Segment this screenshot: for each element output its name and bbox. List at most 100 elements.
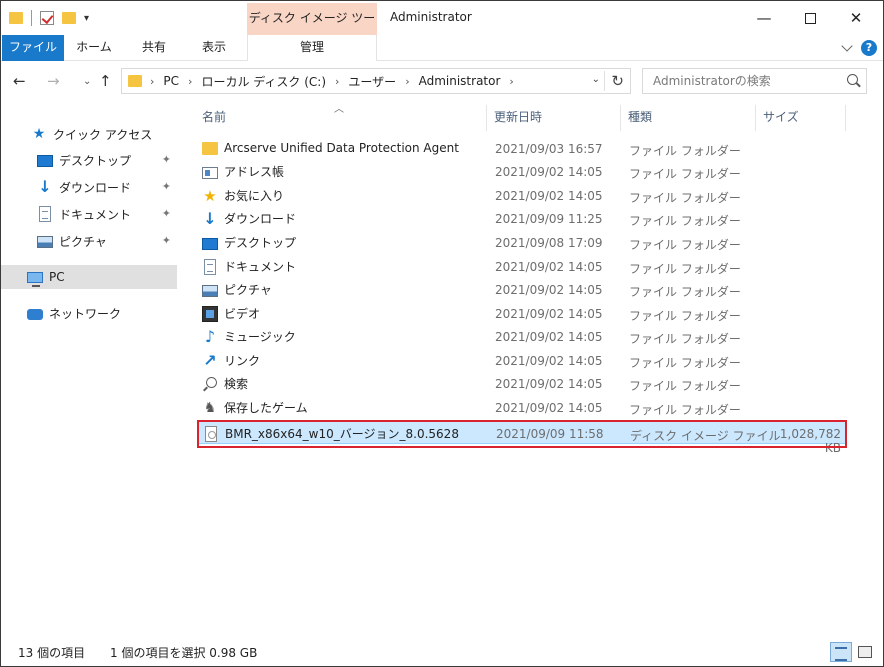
help-icon[interactable]: ? (861, 40, 877, 56)
large-icons-view-icon[interactable] (856, 643, 874, 661)
search-icon (202, 376, 218, 392)
pin-icon[interactable]: ✦ (162, 207, 171, 220)
picture-icon (202, 284, 218, 297)
file-name: リンク (224, 354, 261, 368)
nav-item-quick-access[interactable]: ★ クイック アクセス (1, 122, 177, 146)
link-arrow-icon: ↗ (203, 350, 217, 370)
pin-icon[interactable]: ✦ (162, 153, 171, 166)
minimize-button[interactable]: — (741, 1, 787, 35)
file-date: 2021/09/02 14:05 (495, 165, 603, 179)
breadcrumb-chevron-icon[interactable]: › (188, 75, 192, 88)
breadcrumb-pc[interactable]: PC (163, 74, 179, 88)
nav-item-label: ドキュメント (59, 207, 132, 222)
properties-check-icon[interactable] (40, 11, 54, 25)
new-folder-icon[interactable] (62, 12, 76, 24)
breadcrumb-chevron-icon[interactable]: › (335, 75, 339, 88)
table-row[interactable]: Arcserve Unified Data Protection Agent 2… (197, 137, 847, 160)
table-row[interactable]: ビデオ 2021/09/02 14:05 ファイル フォルダー (197, 302, 847, 325)
table-row[interactable]: 検索 2021/09/02 14:05 ファイル フォルダー (197, 372, 847, 395)
minimize-icon: — (756, 9, 772, 27)
folder-icon (202, 142, 218, 155)
file-type: ファイル フォルダー (629, 285, 741, 299)
toolbar-separator (31, 10, 32, 26)
column-header-date[interactable]: 更新日時 (487, 105, 621, 131)
breadcrumb-chevron-icon[interactable]: › (509, 75, 513, 88)
file-type: ファイル フォルダー (629, 332, 741, 346)
up-arrow-icon[interactable]: ↑ (99, 72, 112, 90)
nav-item-desktop[interactable]: デスクトップ ✦ (1, 148, 177, 172)
music-note-icon: ♪ (204, 326, 216, 346)
pin-icon[interactable]: ✦ (162, 234, 171, 247)
nav-item-downloads[interactable]: ↓ ダウンロード ✦ (1, 175, 177, 199)
status-bar: 13 個の項目 1 個の項目を選択 0.98 GB (1, 635, 883, 666)
file-date: 2021/09/02 14:05 (495, 330, 603, 344)
column-header-size[interactable]: サイズ (756, 105, 846, 131)
contacts-icon (202, 166, 218, 179)
breadcrumb-chevron-icon[interactable]: › (150, 75, 154, 88)
customize-toolbar-dropdown-icon[interactable]: ▾ (84, 13, 89, 24)
tab-manage[interactable]: 管理 (247, 35, 377, 61)
breadcrumb-users[interactable]: ユーザー (348, 73, 396, 90)
breadcrumb-administrator[interactable]: Administrator (419, 74, 501, 88)
tab-view[interactable]: 表示 (184, 35, 244, 61)
forward-arrow-icon[interactable]: → (47, 72, 60, 90)
game-icon: ♞ (203, 399, 217, 416)
file-date: 2021/09/02 14:05 (495, 283, 603, 297)
ribbon-controls: ? (841, 40, 877, 56)
file-type: ファイル フォルダー (629, 214, 741, 228)
nav-item-network[interactable]: ネットワーク (1, 301, 177, 325)
folder-icon[interactable] (9, 12, 23, 24)
search-icon[interactable] (847, 74, 858, 85)
column-header-name[interactable]: 名前 (195, 105, 487, 131)
file-date: 2021/09/02 14:05 (495, 401, 603, 415)
table-row[interactable]: ♞ 保存したゲーム 2021/09/02 14:05 ファイル フォルダー (197, 396, 847, 419)
file-type: ファイル フォルダー (629, 262, 741, 276)
table-row[interactable]: ↗ リンク 2021/09/02 14:05 ファイル フォルダー (197, 349, 847, 372)
file-type: ファイル フォルダー (629, 191, 741, 205)
table-row[interactable]: ドキュメント 2021/09/02 14:05 ファイル フォルダー (197, 255, 847, 278)
search-input[interactable] (653, 74, 833, 88)
status-selection: 1 個の項目を選択 0.98 GB (110, 646, 258, 660)
nav-item-pc[interactable]: PC (1, 265, 177, 289)
nav-item-documents[interactable]: ドキュメント ✦ (1, 202, 177, 226)
nav-item-pictures[interactable]: ピクチャ ✦ (1, 229, 177, 253)
column-header-type[interactable]: 種類 (621, 105, 756, 131)
refresh-icon[interactable]: ↻ (604, 71, 624, 91)
table-row[interactable]: ★ お気に入り 2021/09/02 14:05 ファイル フォルダー (197, 184, 847, 207)
breadcrumb-local-disk[interactable]: ローカル ディスク (C:) (201, 73, 326, 90)
table-row[interactable]: ↓ ダウンロード 2021/09/09 11:25 ファイル フォルダー (197, 207, 847, 230)
file-type: ファイル フォルダー (629, 309, 741, 323)
address-dropdown-chevron-icon[interactable]: ⌄ (592, 74, 600, 85)
file-list: ︿ 名前 更新日時 種類 サイズ Arcserve Unified Data P… (179, 100, 883, 635)
video-icon (202, 305, 218, 322)
column-headers: 名前 更新日時 種類 サイズ (179, 105, 883, 131)
tab-home[interactable]: ホーム (64, 35, 124, 61)
back-arrow-icon[interactable]: ← (13, 72, 26, 90)
table-row[interactable]: デスクトップ 2021/09/08 17:09 ファイル フォルダー (197, 231, 847, 254)
table-row-selected[interactable]: BMR_x86x64_w10_バージョン_8.0.5628 2021/09/09… (197, 421, 847, 455)
breadcrumb-chevron-icon[interactable]: › (405, 75, 409, 88)
file-name: 保存したゲーム (224, 401, 308, 415)
maximize-button[interactable] (787, 1, 833, 35)
recent-locations-chevron-icon[interactable]: ⌄ (83, 76, 91, 87)
address-bar[interactable]: › PC › ローカル ディスク (C:) › ユーザー › Administr… (121, 68, 631, 94)
title-bar: ▾ ディスク イメージ ツール Administrator — ✕ (1, 1, 883, 55)
table-row[interactable]: ピクチャ 2021/09/02 14:05 ファイル フォルダー (197, 278, 847, 301)
expand-ribbon-chevron-icon[interactable] (841, 40, 853, 52)
disc-image-icon (205, 425, 217, 442)
file-name: ミュージック (224, 330, 296, 344)
tab-share[interactable]: 共有 (124, 35, 184, 61)
close-button[interactable]: ✕ (833, 1, 879, 35)
address-row: ← → ⌄ ↑ › PC › ローカル ディスク (C:) › ユーザー › A… (1, 62, 883, 100)
pin-icon[interactable]: ✦ (162, 180, 171, 193)
search-box[interactable] (642, 68, 867, 94)
tab-file[interactable]: ファイル (2, 35, 64, 61)
table-row[interactable]: ♪ ミュージック 2021/09/02 14:05 ファイル フォルダー (197, 325, 847, 348)
explorer-window: ▾ ディスク イメージ ツール Administrator — ✕ ファイル ホ… (0, 0, 884, 667)
window-title: Administrator (390, 10, 472, 24)
file-type: ディスク イメージ ファイル (630, 429, 781, 443)
file-name: デスクトップ (224, 236, 297, 250)
table-row[interactable]: アドレス帳 2021/09/02 14:05 ファイル フォルダー (197, 160, 847, 183)
quick-access-toolbar: ▾ (9, 9, 89, 27)
details-view-icon[interactable] (830, 642, 852, 662)
